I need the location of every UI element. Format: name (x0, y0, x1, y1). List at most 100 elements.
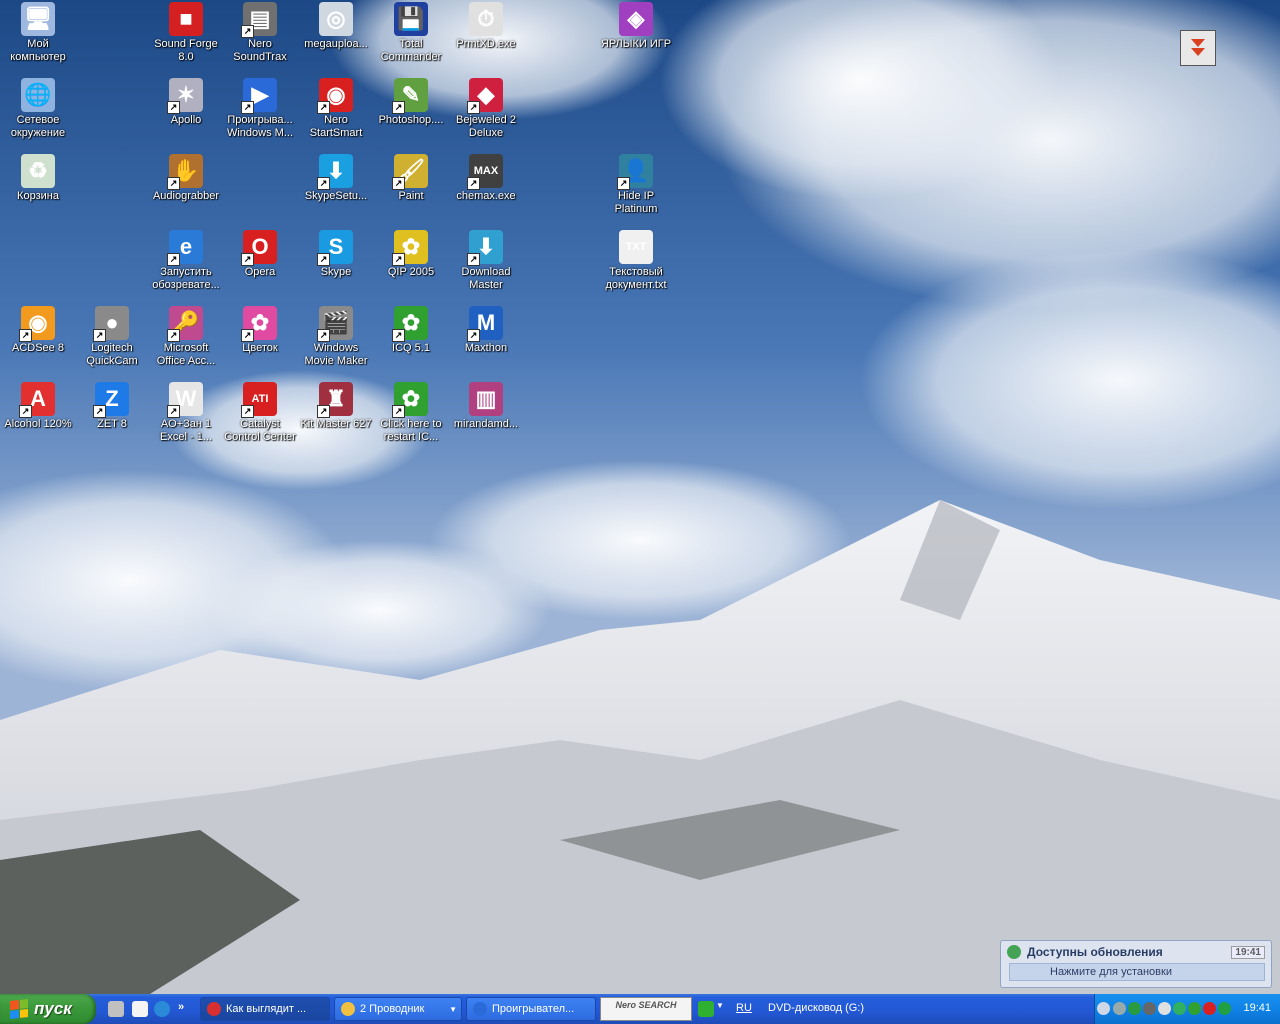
desktop-icon[interactable]: Z ↗ ZET 8 (74, 380, 150, 431)
desktop-icon[interactable]: M ↗ Maxthon (448, 304, 524, 355)
task-app-icon (207, 1002, 221, 1016)
shortcut-arrow-icon: ↗ (93, 329, 106, 342)
desktop-icon[interactable]: ◈ ЯРЛЫКИ ИГР (598, 0, 674, 51)
shortcut-arrow-icon: ↗ (167, 329, 180, 342)
desktop-icon[interactable]: 🔑 ↗ Microsoft Office Acc... (148, 304, 224, 368)
desktop-icon[interactable]: O ↗ Opera (222, 228, 298, 279)
winrar-archive-icon: ▥ (469, 382, 503, 416)
tray-eye-icon[interactable] (1218, 1002, 1231, 1015)
drive-toolbar-label[interactable]: DVD-дисковод (G:) (768, 1002, 864, 1014)
desktop-icon[interactable]: ✋ ↗ Audiograbber (148, 152, 224, 203)
desktop-icon[interactable]: ◉ ↗ Nero StartSmart (298, 76, 374, 140)
desktop-icon[interactable]: 🎬 ↗ Windows Movie Maker (298, 304, 374, 368)
dropdown-arrow-icon[interactable]: ▼ (716, 1001, 732, 1017)
desktop-icon[interactable]: ⬇ ↗ Download Master (448, 228, 524, 292)
desktop-icon[interactable]: ⏱ PrmtXD.exe (448, 0, 524, 51)
desktop-icon-label: Windows Movie Maker (304, 342, 368, 367)
kit-master-icon: ♜ ↗ (317, 382, 353, 418)
tray-expand-icon[interactable] (1097, 1002, 1110, 1015)
desktop-icon[interactable]: ⬇ ↗ SkypeSetu... (298, 152, 374, 203)
desktop-icon[interactable]: ◆ ↗ Bejeweled 2 Deluxe (448, 76, 524, 140)
maxthon-icon: M ↗ (467, 306, 503, 342)
desktop-icon[interactable]: 🖥 Мой компьютер (0, 0, 76, 64)
taskbar-task-button[interactable]: 2 Проводник ▼ (334, 997, 462, 1021)
quicklaunch-browser-icon[interactable] (154, 1001, 170, 1017)
tray-settings-icon[interactable] (1143, 1002, 1156, 1015)
shortcut-arrow-icon: ↗ (317, 177, 330, 190)
desktop-icon[interactable]: ✿ ↗ Click here to restart IC... (373, 380, 449, 444)
desktop-icon-label: Проигрыва... Windows M... (226, 114, 293, 139)
shortcut-arrow-icon: ↗ (467, 101, 480, 114)
shortcut-arrow-icon: ↗ (467, 329, 480, 342)
desktop-icon[interactable]: TXT Текстовый документ.txt (598, 228, 674, 292)
tray-warning-icon[interactable] (1203, 1002, 1216, 1015)
taskbar-task-button[interactable]: Как выглядит ... (200, 997, 330, 1021)
shortcut-arrow-icon: ↗ (167, 177, 180, 190)
go-arrow-icon[interactable] (698, 1001, 714, 1017)
icq-icon: ✿ ↗ (392, 306, 428, 342)
tray-network-icon[interactable] (1158, 1002, 1171, 1015)
desktop-icon[interactable]: A ↗ Alcohol 120% (0, 380, 76, 431)
desktop-icon[interactable]: ✎ ↗ Photoshop.... (373, 76, 449, 127)
desktop-icon-label: Текстовый документ.txt (605, 266, 667, 291)
desktop-icon[interactable]: 🌐 Сетевое окружение (0, 76, 76, 140)
network-places-icon: 🌐 (21, 78, 55, 112)
tray-monitor-icon[interactable] (1113, 1002, 1126, 1015)
desktop-icon[interactable]: ▶ ↗ Проигрыва... Windows M... (222, 76, 298, 140)
desktop-icon[interactable]: ✶ ↗ Apollo (148, 76, 224, 127)
desktop-icon[interactable]: 🖌 ↗ Paint (373, 152, 449, 203)
quicklaunch-tools-icon[interactable] (108, 1001, 124, 1017)
windows-flag-icon (10, 999, 28, 1019)
balloon-install-link[interactable]: Нажмите для установки (1009, 963, 1265, 981)
desktop-icon[interactable]: ◉ ↗ ACDSee 8 (0, 304, 76, 355)
desktop-icon[interactable]: ▤ ↗ Nero SoundTrax (222, 0, 298, 64)
nero-search-toolbar[interactable]: Nero SEARCH (600, 997, 692, 1021)
task-app-icon (473, 1002, 487, 1016)
desktop-icon-label: Nero StartSmart (309, 114, 363, 139)
desktop-icon-label: Bejeweled 2 Deluxe (456, 114, 516, 139)
desktop-icon[interactable]: W ↗ AO+Зан 1 Excel - 1... (148, 380, 224, 444)
tray-globe-icon[interactable] (1128, 1002, 1141, 1015)
desktop-icon[interactable]: ✿ ↗ ICQ 5.1 (373, 304, 449, 355)
bejeweled-icon: ◆ ↗ (467, 78, 503, 114)
windows-media-player-icon: ▶ ↗ (241, 78, 277, 114)
megaupload-icon: ◎ (319, 2, 353, 36)
desktop-icon[interactable]: ■ Sound Forge 8.0 (148, 0, 224, 64)
start-button[interactable]: пуск (0, 994, 96, 1024)
desktop-icon[interactable]: ✿ ↗ QIP 2005 (373, 228, 449, 279)
download-arrows-button[interactable] (1180, 30, 1216, 66)
desktop-icon[interactable]: ▥ mirandamd... (448, 380, 524, 431)
desktop-icon[interactable]: ATI ↗ Catalyst Control Center (222, 380, 298, 444)
tray-update-icon[interactable] (1173, 1002, 1186, 1015)
desktop-icon[interactable]: ✿ ↗ Цветок (222, 304, 298, 355)
desktop-icon-label: PrmtXD.exe (456, 38, 516, 50)
taskbar-task-button[interactable]: Проигрывател... (466, 997, 596, 1021)
desktop-icon[interactable]: 👤 ↗ Hide IP Platinum (598, 152, 674, 216)
shortcut-arrow-icon: ↗ (392, 101, 405, 114)
desktop-icon-label: Download Master (461, 266, 511, 291)
group-dropdown-icon: ▼ (449, 1004, 457, 1014)
internet-explorer-icon: e ↗ (167, 230, 203, 266)
quicklaunch-more-chevron-icon[interactable]: » (178, 1001, 194, 1017)
desktop-icon[interactable]: ● ↗ Logitech QuickCam (74, 304, 150, 368)
desktop-icon[interactable]: S ↗ Skype (298, 228, 374, 279)
desktop-icon[interactable]: ◎ megauploa... (298, 0, 374, 51)
desktop-icon[interactable]: e ↗ Запустить обозревате... (148, 228, 224, 292)
updates-balloon[interactable]: Доступны обновления 19:41 Нажмите для ус… (1000, 940, 1272, 988)
desktop-icon-label: ICQ 5.1 (392, 342, 430, 354)
webcam-icon: ● ↗ (93, 306, 129, 342)
download-master-icon: ⬇ ↗ (467, 230, 503, 266)
shortcut-arrow-icon: ↗ (241, 101, 254, 114)
language-indicator[interactable]: RU (736, 1002, 752, 1014)
desktop-icon-label: mirandamd... (453, 418, 519, 430)
desktop-icon[interactable]: ♻ Корзина (0, 152, 76, 203)
tray-flower-icon[interactable] (1188, 1002, 1201, 1015)
desktop-icon[interactable]: MAX ↗ chemax.exe (448, 152, 524, 203)
desktop-icon-label: Click here to restart IC... (380, 418, 442, 443)
desktop-icon-label: ЯРЛЫКИ ИГР (600, 38, 672, 50)
sound-forge-icon: ■ (169, 2, 203, 36)
desktop-icon[interactable]: 💾 Total Commander (373, 0, 449, 64)
quicklaunch-desktop-icon[interactable] (132, 1001, 148, 1017)
task-label: Проигрывател... (492, 1003, 575, 1015)
desktop-icon[interactable]: ♜ ↗ Kit Master 627 (298, 380, 374, 431)
